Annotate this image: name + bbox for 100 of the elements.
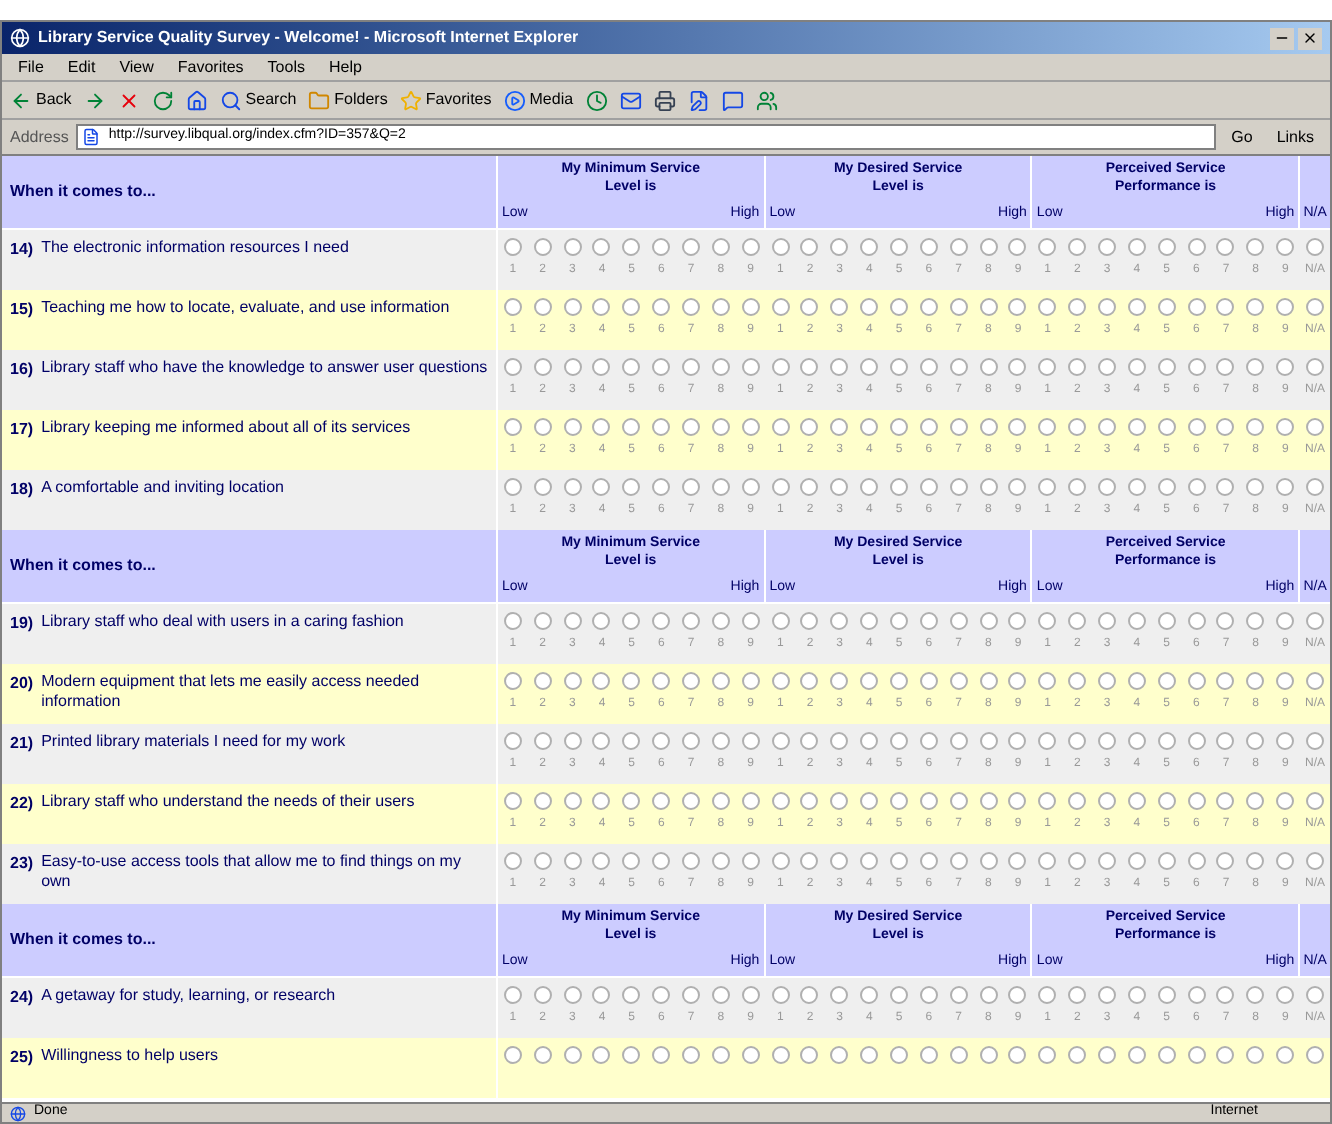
radio-button[interactable]	[592, 792, 611, 810]
radio-button[interactable]	[1098, 238, 1117, 256]
radio-button[interactable]	[1246, 672, 1265, 690]
radio-button[interactable]	[1276, 358, 1295, 376]
radio-button[interactable]	[622, 298, 641, 316]
radio-button[interactable]	[622, 986, 641, 1004]
radio-button[interactable]	[503, 478, 522, 496]
radio-button[interactable]	[622, 852, 641, 870]
radio-button[interactable]	[533, 852, 552, 870]
radio-button[interactable]	[919, 418, 938, 436]
radio-button[interactable]	[949, 612, 968, 630]
radio-button[interactable]	[860, 612, 879, 630]
radio-button[interactable]	[741, 1046, 760, 1064]
radio-button[interactable]	[949, 358, 968, 376]
radio-button[interactable]	[1187, 986, 1206, 1004]
radio-button[interactable]	[771, 732, 790, 750]
radio-button[interactable]	[771, 1046, 790, 1064]
radio-button[interactable]	[1038, 612, 1057, 630]
radio-button[interactable]	[1038, 1046, 1057, 1064]
radio-button[interactable]	[533, 1046, 552, 1064]
radio-button[interactable]	[771, 672, 790, 690]
radio-button[interactable]	[771, 612, 790, 630]
toolbar-button[interactable]: Media	[503, 88, 574, 112]
radio-button[interactable]	[771, 358, 790, 376]
radio-button[interactable]	[800, 792, 819, 810]
menu-item[interactable]: Help	[328, 55, 362, 79]
radio-button[interactable]	[1216, 732, 1235, 750]
radio-button[interactable]	[682, 732, 701, 750]
radio-button[interactable]	[711, 238, 730, 256]
radio-button[interactable]	[563, 1046, 582, 1064]
radio-button[interactable]	[563, 672, 582, 690]
radio-button[interactable]	[1068, 612, 1087, 630]
radio-button[interactable]	[1187, 358, 1206, 376]
radio-button[interactable]	[890, 358, 909, 376]
radio-button[interactable]	[503, 672, 522, 690]
radio-button[interactable]	[860, 672, 879, 690]
toolbar-button[interactable]: Folders	[308, 88, 388, 112]
radio-button[interactable]	[503, 986, 522, 1004]
radio-button[interactable]	[711, 852, 730, 870]
toolbar-button[interactable]	[619, 89, 642, 111]
menu-item[interactable]: Favorites	[177, 55, 244, 79]
radio-button[interactable]	[592, 478, 611, 496]
radio-button[interactable]	[1127, 732, 1146, 750]
radio-button[interactable]	[1127, 672, 1146, 690]
radio-button[interactable]	[979, 478, 998, 496]
radio-button[interactable]	[1276, 986, 1295, 1004]
radio-button[interactable]	[622, 732, 641, 750]
radio-button[interactable]	[830, 732, 849, 750]
radio-button[interactable]	[1098, 672, 1117, 690]
radio-button[interactable]	[741, 298, 760, 316]
radio-button[interactable]	[1098, 852, 1117, 870]
radio-button[interactable]	[592, 732, 611, 750]
radio-button[interactable]	[1246, 852, 1265, 870]
radio-button[interactable]	[533, 732, 552, 750]
radio-button[interactable]	[1008, 732, 1027, 750]
radio-button[interactable]	[919, 1046, 938, 1064]
radio-button[interactable]	[741, 732, 760, 750]
radio-button[interactable]	[1098, 358, 1117, 376]
toolbar-button[interactable]	[151, 89, 174, 111]
radio-button[interactable]	[682, 1046, 701, 1064]
radio-button[interactable]	[860, 986, 879, 1004]
radio-button[interactable]	[771, 298, 790, 316]
menu-item[interactable]: Edit	[67, 55, 96, 79]
radio-button[interactable]	[1098, 986, 1117, 1004]
radio-button[interactable]	[1008, 358, 1027, 376]
radio-button[interactable]	[533, 418, 552, 436]
radio-button[interactable]	[800, 732, 819, 750]
radio-button[interactable]	[622, 792, 641, 810]
radio-button[interactable]	[652, 418, 671, 436]
radio-button[interactable]	[741, 792, 760, 810]
radio-button[interactable]	[800, 612, 819, 630]
radio-button[interactable]	[1306, 478, 1325, 496]
radio-button[interactable]	[741, 612, 760, 630]
radio-button[interactable]	[711, 612, 730, 630]
radio-button[interactable]	[1306, 672, 1325, 690]
radio-button[interactable]	[1157, 358, 1176, 376]
radio-button[interactable]	[1306, 298, 1325, 316]
radio-button[interactable]	[1068, 732, 1087, 750]
toolbar-button[interactable]	[185, 89, 208, 111]
radio-button[interactable]	[890, 1046, 909, 1064]
radio-button[interactable]	[533, 358, 552, 376]
radio-button[interactable]	[533, 612, 552, 630]
radio-button[interactable]	[919, 238, 938, 256]
radio-button[interactable]	[1246, 612, 1265, 630]
radio-button[interactable]	[830, 418, 849, 436]
radio-button[interactable]	[1216, 852, 1235, 870]
radio-button[interactable]	[533, 672, 552, 690]
radio-button[interactable]	[890, 986, 909, 1004]
radio-button[interactable]	[1187, 852, 1206, 870]
radio-button[interactable]	[563, 418, 582, 436]
radio-button[interactable]	[1127, 612, 1146, 630]
radio-button[interactable]	[622, 612, 641, 630]
radio-button[interactable]	[1306, 852, 1325, 870]
radio-button[interactable]	[622, 672, 641, 690]
radio-button[interactable]	[1098, 732, 1117, 750]
toolbar-button[interactable]	[755, 89, 778, 111]
radio-button[interactable]	[1157, 732, 1176, 750]
radio-button[interactable]	[890, 478, 909, 496]
radio-button[interactable]	[533, 238, 552, 256]
radio-button[interactable]	[860, 732, 879, 750]
